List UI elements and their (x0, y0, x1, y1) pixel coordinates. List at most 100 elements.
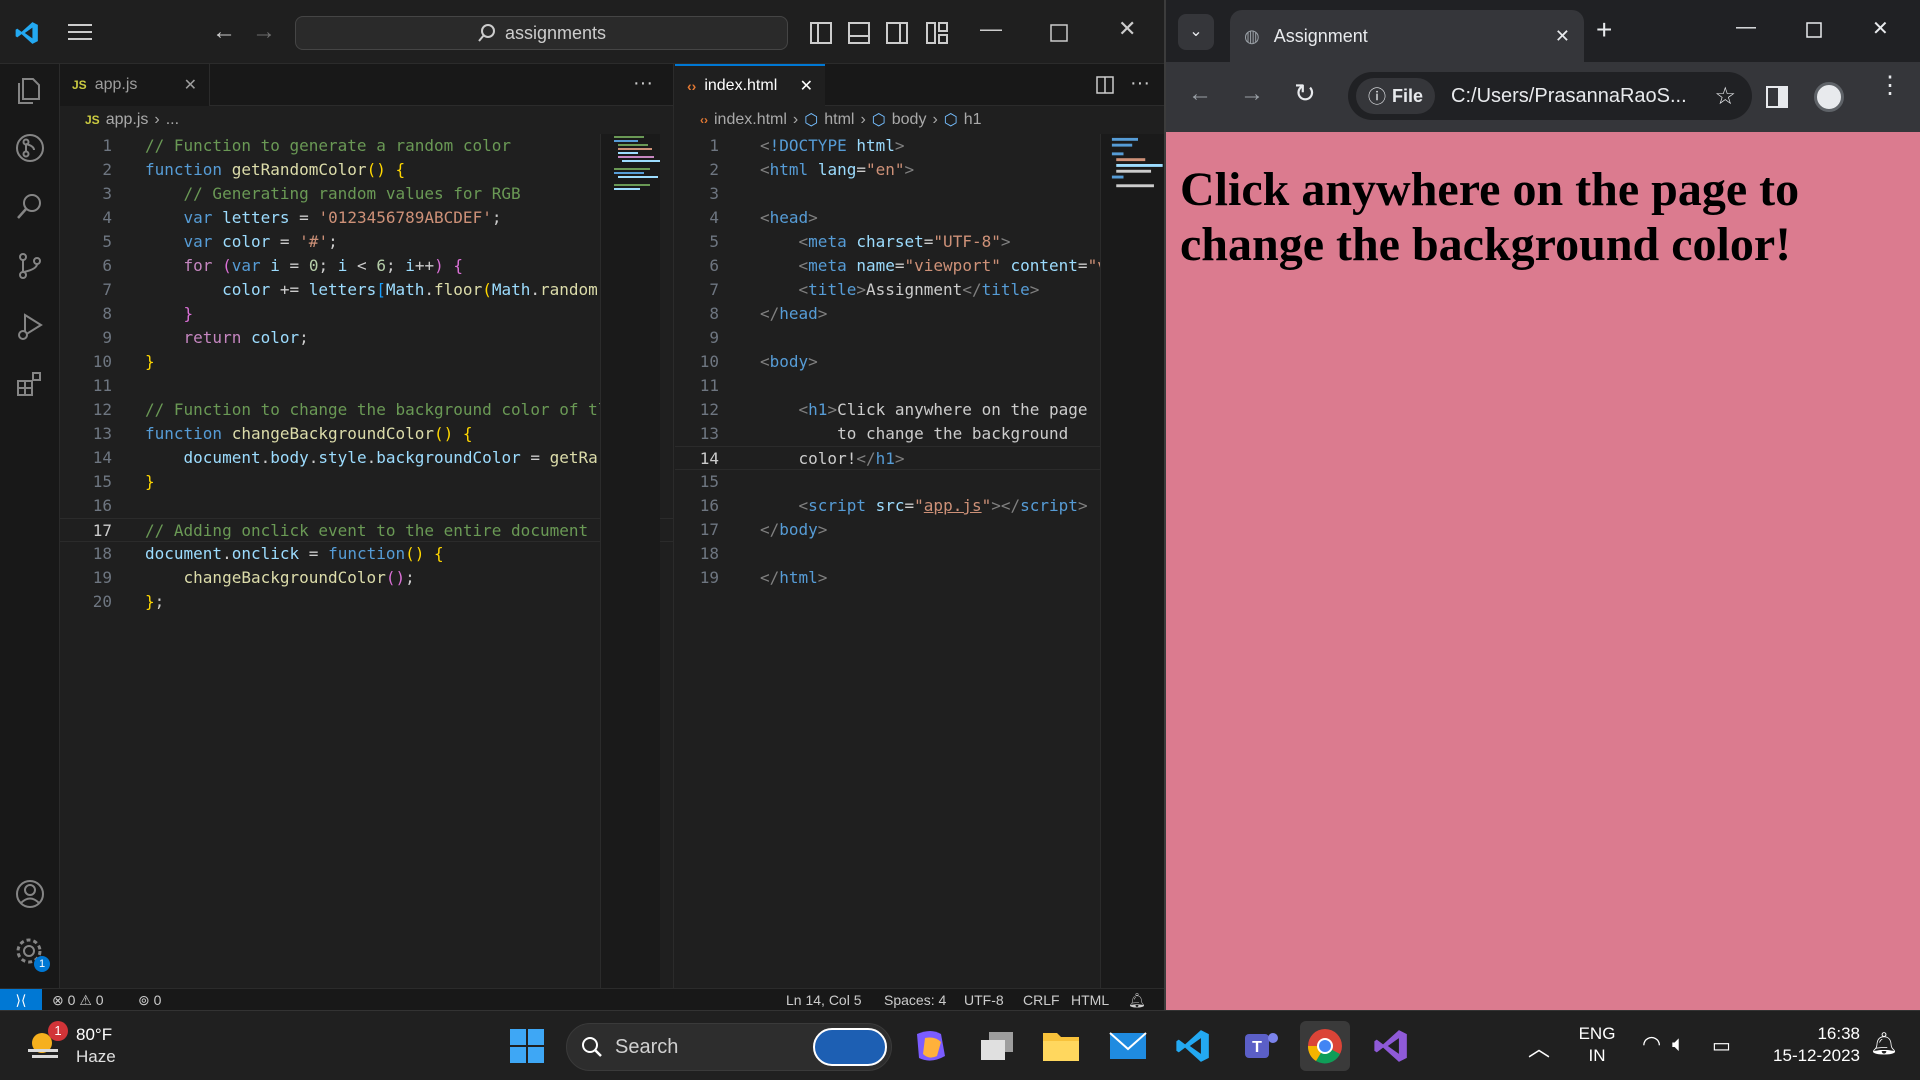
clock[interactable]: 16:38 15-12-2023 (1752, 1023, 1860, 1067)
weather-temp: 80°F (76, 1025, 113, 1044)
minimap[interactable] (608, 134, 666, 194)
code-line: 13 function changeBackgroundColor() { (92, 424, 473, 443)
reload-icon[interactable]: ↻ (1294, 78, 1316, 109)
chrome-window: ⌄ ◍ Assignment ✕ + — ✕ ← → ↻ ⓘ File C:/U… (1166, 0, 1920, 1010)
cursor-position[interactable]: Ln 14, Col 5 (786, 991, 862, 1009)
back-arrow-icon[interactable]: ← (1188, 80, 1212, 108)
extensions-icon[interactable] (12, 366, 48, 402)
split-editor-icon[interactable] (1096, 76, 1114, 94)
accounts-icon[interactable] (12, 876, 48, 912)
close-tab-icon[interactable]: ✕ (184, 75, 197, 95)
maximize-icon[interactable] (1050, 24, 1068, 42)
new-tab-plus-icon[interactable]: + (1596, 14, 1612, 46)
remote-indicator-icon[interactable]: ⟩⟨ (0, 989, 42, 1010)
breadcrumb-h1[interactable]: h1 (964, 111, 982, 129)
breadcrumb-file[interactable]: index.html (714, 111, 787, 129)
code-line: 8 </head> (709, 304, 828, 323)
back-arrow-icon[interactable]: ← (212, 20, 236, 44)
indentation[interactable]: Spaces: 4 (884, 991, 946, 1009)
toggle-panel-icon[interactable] (848, 22, 870, 44)
editor-group-indexhtml[interactable]: ‹› index.html ✕ ··· ‹› index.html › ⬡ ht… (675, 64, 1164, 988)
run-debug-icon[interactable] (12, 308, 48, 344)
tab-search-chevron-icon[interactable]: ⌄ (1178, 14, 1214, 50)
notifications-bell-icon[interactable]: 🔔︎ (1128, 991, 1146, 1009)
close-icon[interactable]: ✕ (1118, 18, 1136, 40)
breadcrumb-more[interactable]: ... (166, 111, 179, 129)
breadcrumb-body[interactable]: body (892, 111, 927, 129)
bookmark-star-icon[interactable]: ☆ (1714, 82, 1736, 111)
maximize-icon[interactable] (1806, 22, 1822, 38)
more-menu-icon[interactable]: ⋮ (1878, 74, 1902, 98)
manage-gear-icon[interactable]: 1 (12, 934, 50, 972)
source-control-icon[interactable] (12, 248, 48, 284)
language-mode[interactable]: HTML (1071, 991, 1109, 1009)
error-count: 0 (67, 992, 76, 1008)
file-explorer-icon[interactable] (1036, 1021, 1086, 1071)
tab-index-html[interactable]: ‹› index.html ✕ (675, 64, 825, 106)
menu-icon[interactable] (68, 22, 92, 42)
vertical-scrollbar[interactable] (600, 134, 660, 988)
copilot-icon[interactable] (906, 1021, 956, 1071)
breadcrumb-file[interactable]: app.js (106, 111, 149, 129)
explorer-icon[interactable] (12, 72, 48, 108)
code-line: 2 function getRandomColor() { (102, 160, 406, 179)
tab-bar: ‹› index.html ✕ ··· (675, 64, 1164, 106)
page-viewport[interactable]: Click anywhere on the page to change the… (1166, 132, 1920, 1010)
code-line-current: 14 color!</h1> (675, 446, 1164, 470)
task-view-icon[interactable] (972, 1021, 1022, 1071)
show-hidden-icons-chevron-icon[interactable]: ︿ (1528, 1031, 1550, 1063)
code-area[interactable]: 1 <!DOCTYPE html> 2 <html lang="en"> 3 4 <h… (675, 134, 1164, 988)
command-center-search[interactable]: assignments (295, 16, 788, 50)
notifications-icon[interactable]: 🔔︎ (1870, 1031, 1898, 1057)
taskbar-search[interactable]: Search (566, 1023, 892, 1071)
breadcrumb-html[interactable]: html (824, 111, 854, 129)
tab-label: index.html (704, 77, 778, 94)
wifi-icon[interactable]: ◠ (1642, 1031, 1661, 1057)
minimize-icon[interactable]: — (1736, 16, 1756, 39)
tab-app-js[interactable]: JS app.js ✕ (60, 64, 210, 106)
close-window-icon[interactable]: ✕ (1872, 16, 1889, 41)
vscode-taskbar-icon[interactable] (1168, 1021, 1218, 1071)
chevron-right-icon: › (932, 111, 938, 128)
mail-icon[interactable] (1103, 1021, 1153, 1071)
vscode-logo-icon (15, 22, 38, 44)
forward-arrow-icon[interactable]: → (252, 20, 276, 44)
chrome-taskbar-icon[interactable] (1300, 1021, 1350, 1071)
address-bar[interactable]: ⓘ File C:/Users/PrasannaRaoS... ☆ (1348, 72, 1752, 120)
minimap[interactable] (1109, 134, 1164, 194)
ports-indicator[interactable]: ⊚ 0 (138, 991, 161, 1009)
close-tab-icon[interactable]: ✕ (1555, 26, 1570, 47)
git-graph-icon[interactable] (12, 130, 48, 166)
weather-desc: Haze (76, 1047, 116, 1066)
customize-layout-icon[interactable] (926, 22, 948, 44)
forward-arrow-icon[interactable]: → (1240, 80, 1264, 108)
start-windows-icon[interactable] (502, 1021, 552, 1071)
toggle-primary-sidebar-icon[interactable] (810, 22, 832, 44)
warning-count: 0 (95, 992, 104, 1008)
weather-widget[interactable]: 1 80°F Haze (26, 1021, 146, 1071)
browser-tab-assignment[interactable]: ◍ Assignment ✕ (1230, 10, 1584, 62)
profile-avatar[interactable] (1814, 82, 1844, 112)
close-tab-icon[interactable]: ✕ (800, 76, 813, 96)
more-actions-icon[interactable]: ··· (1130, 72, 1150, 95)
site-info-chip[interactable]: ⓘ File (1356, 78, 1436, 114)
end-of-line[interactable]: CRLF (1023, 991, 1060, 1009)
minimize-icon[interactable]: — (980, 18, 1002, 40)
vertical-scrollbar[interactable] (1100, 134, 1164, 988)
code-line: 19 </html> (699, 568, 828, 587)
input-language[interactable]: ENG IN (1576, 1023, 1618, 1067)
volume-icon[interactable]: 🔈︎ (1672, 1031, 1685, 1057)
toggle-secondary-sidebar-icon[interactable] (886, 22, 908, 44)
battery-icon[interactable]: ▭ (1712, 1033, 1731, 1058)
editor-group-appjs[interactable]: JS app.js ✕ ··· JS app.js › ... 1// Func… (60, 64, 674, 988)
code-line: 7 <title>Assignment</title> (709, 280, 1040, 299)
code-area[interactable]: 1// Function to generate a random color … (60, 134, 673, 988)
encoding[interactable]: UTF-8 (964, 991, 1004, 1009)
visual-studio-icon[interactable] (1366, 1021, 1416, 1071)
teams-icon[interactable]: T (1236, 1021, 1286, 1071)
problems-indicator[interactable]: ⊗ 0 ⚠ 0 (52, 991, 104, 1009)
search-icon[interactable] (12, 188, 48, 224)
more-actions-icon[interactable]: ··· (633, 72, 653, 95)
side-panel-icon[interactable] (1766, 86, 1788, 108)
code-line: 2 <html lang="en"> (709, 160, 915, 179)
